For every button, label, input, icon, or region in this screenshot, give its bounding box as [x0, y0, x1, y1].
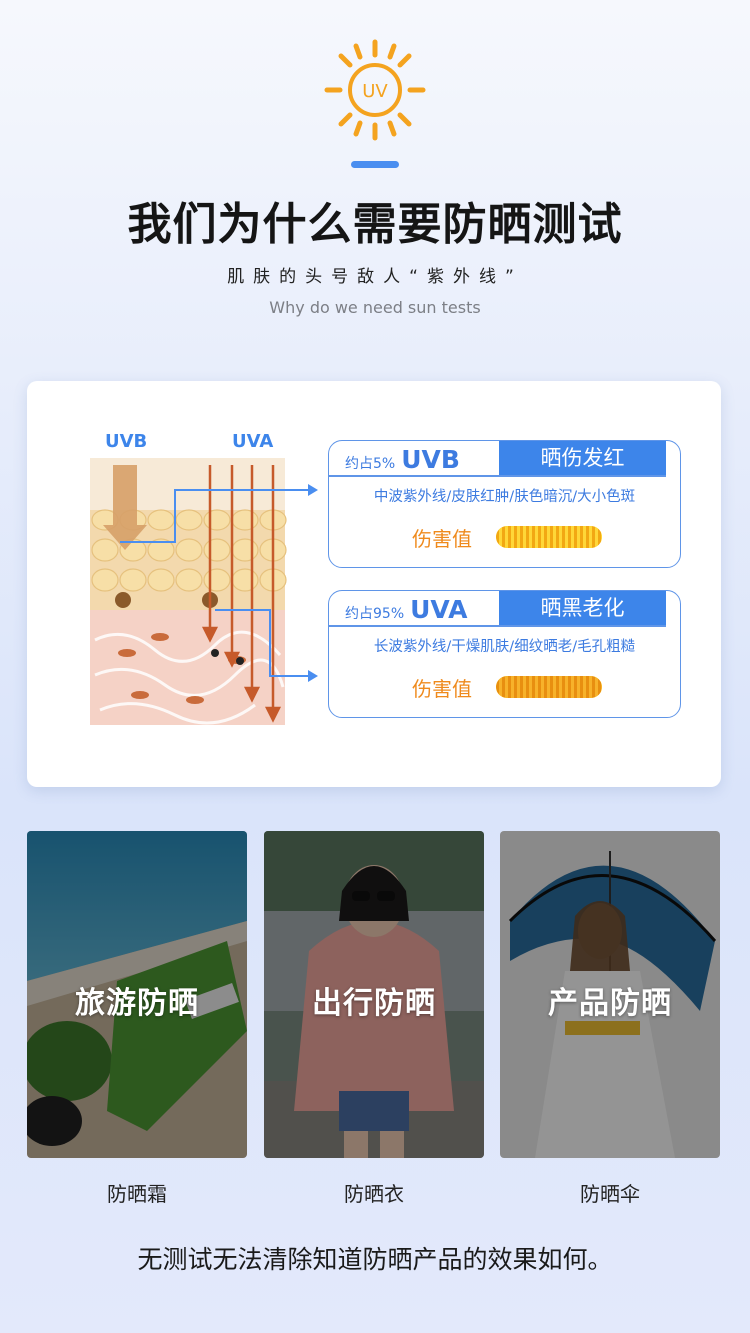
uva-divider [329, 625, 666, 627]
uv-icon-text: UV [362, 81, 388, 102]
tile-outing-caption: 防晒衣 [344, 1182, 404, 1206]
tile-product-title: 产品防晒 [548, 986, 672, 1021]
uvb-name: UVB [401, 445, 460, 474]
tile-outing-title: 出行防晒 [312, 986, 436, 1021]
uvb-harm-meter [496, 526, 602, 548]
title-divider [351, 161, 399, 168]
tile-product-caption: 防晒伞 [580, 1182, 640, 1206]
uvb-label: UVB [105, 431, 147, 452]
uvb-divider [329, 475, 666, 477]
tile-product[interactable]: 产品防晒 [500, 831, 720, 1158]
uvb-harm-fill [496, 526, 602, 548]
uva-harm-fill [496, 676, 602, 698]
connector-arrows [120, 484, 318, 682]
uva-info-box: 约占95% UVA 晒黑老化 长波紫外线/干燥肌肤/细纹晒老/毛孔粗糙 伤害值 [328, 590, 681, 718]
uva-label: UVA [232, 431, 273, 452]
page-subtitle: 肌肤的头号敌人“紫外线” [227, 267, 523, 287]
uvb-description: 中波紫外线/皮肤红肿/肤色暗沉/大小色斑 [373, 489, 636, 505]
uva-harm-meter [496, 676, 602, 698]
uvb-percent: 约占5% [345, 456, 396, 472]
uva-effect-tag: 晒黑老化 [499, 591, 666, 625]
uva-harm-label: 伤害值 [412, 677, 472, 701]
uva-percent: 约占95% [345, 606, 405, 622]
uva-description: 长波紫外线/干燥肌肤/细纹晒老/毛孔粗糙 [373, 639, 636, 655]
uvb-harm-label: 伤害值 [412, 527, 472, 551]
page-title: 我们为什么需要防晒测试 [127, 199, 623, 250]
uvb-info-box: 约占5% UVB 晒伤发红 中波紫外线/皮肤红肿/肤色暗沉/大小色斑 伤害值 [328, 440, 681, 568]
tile-travel-title: 旅游防晒 [75, 986, 199, 1021]
uv-sun-icon: UV [323, 38, 427, 142]
page-subtitle-english: Why do we need sun tests [269, 298, 481, 317]
tile-outing[interactable]: 出行防晒 [264, 831, 484, 1158]
tile-travel-caption: 防晒霜 [107, 1182, 167, 1206]
tile-travel[interactable]: 旅游防晒 [27, 831, 247, 1158]
uvb-effect-tag: 晒伤发红 [499, 441, 666, 475]
footer-statement: 无测试无法清除知道防晒产品的效果如何。 [137, 1245, 613, 1274]
uva-name: UVA [410, 595, 468, 624]
